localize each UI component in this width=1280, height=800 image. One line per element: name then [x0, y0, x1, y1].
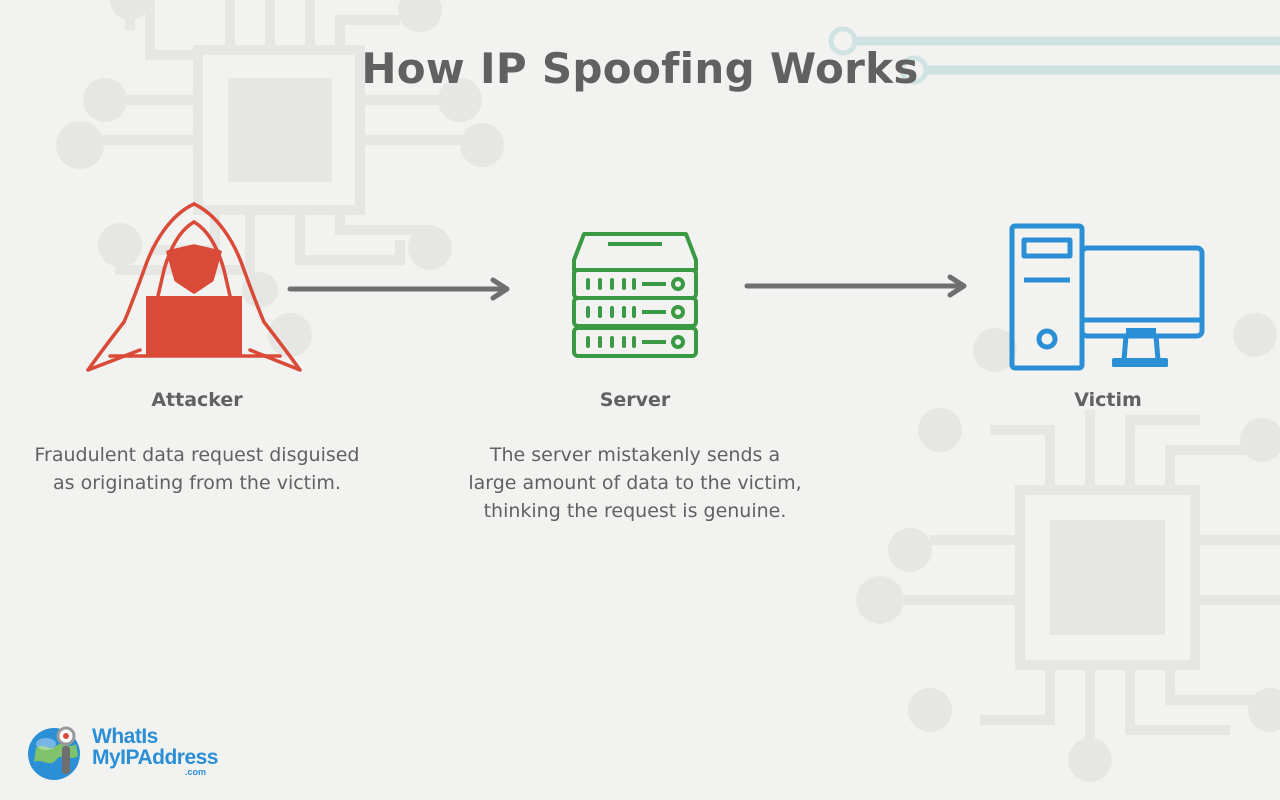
- arrow-right-icon: [744, 274, 967, 298]
- logo: WhatIs MyIPAddress .com: [26, 722, 226, 784]
- page-title: How IP Spoofing Works: [361, 44, 919, 93]
- description-line: large amount of data to the victim,: [468, 472, 802, 494]
- logo-line-2: MyIPAddress: [92, 746, 219, 769]
- description-line: thinking the request is genuine.: [483, 500, 787, 522]
- logo-line-1: WhatIs: [92, 725, 158, 748]
- node-label-server: Server: [599, 389, 671, 411]
- logo-line-3: .com: [184, 767, 206, 777]
- globe-icon: [28, 726, 80, 780]
- arrow-right-icon: [287, 277, 510, 301]
- description-line: as originating from the victim.: [53, 472, 341, 494]
- attacker-description: Fraudulent data request disguised as ori…: [7, 441, 387, 497]
- node-label-attacker: Attacker: [151, 389, 243, 411]
- description-line: Fraudulent data request disguised: [34, 444, 360, 466]
- server-description: The server mistakenly sends a large amou…: [445, 441, 825, 525]
- hooded-hacker-icon: [86, 202, 302, 372]
- desktop-computer-icon: [1009, 223, 1205, 371]
- description-line: The server mistakenly sends a: [489, 444, 781, 466]
- logo-wordmark: WhatIs MyIPAddress .com: [92, 725, 219, 777]
- node-label-victim: Victim: [1074, 389, 1142, 411]
- server-rack-icon: [572, 232, 698, 358]
